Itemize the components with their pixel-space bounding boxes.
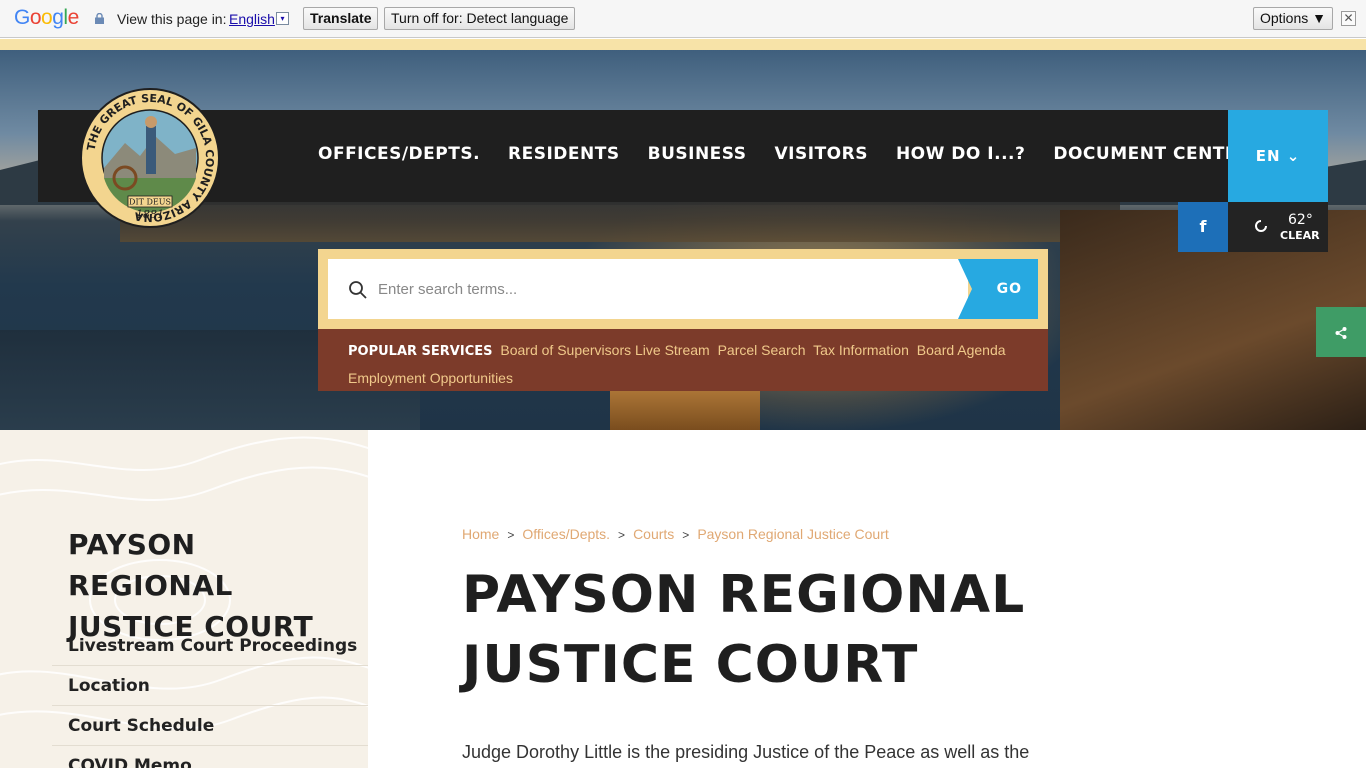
- county-seal-logo[interactable]: THE GREAT SEAL OF GILA COUNTY ARIZONA DI…: [80, 88, 220, 228]
- sidebar-item-livestream[interactable]: Livestream Court Proceedings: [52, 626, 368, 666]
- svg-text:DIT DEUS: DIT DEUS: [129, 198, 171, 207]
- weather-temperature: 62°: [1288, 212, 1313, 228]
- search-go-button[interactable]: GO: [958, 259, 1038, 319]
- language-select[interactable]: English: [229, 11, 275, 27]
- language-switch[interactable]: EN ⌄: [1228, 110, 1328, 202]
- popular-services-label: POPULAR SERVICES: [348, 344, 493, 359]
- close-icon[interactable]: ✕: [1341, 11, 1356, 26]
- language-dropdown-icon[interactable]: ▾: [276, 12, 289, 25]
- top-strip: [0, 39, 1366, 50]
- search-icon: [349, 281, 367, 299]
- nav-document-center[interactable]: DOCUMENT CENTER: [1053, 144, 1250, 164]
- sidebar: PAYSON REGIONAL JUSTICE COURT Livestream…: [0, 430, 368, 768]
- chevron-right-icon: >: [507, 528, 515, 542]
- facebook-icon[interactable]: f: [1178, 202, 1228, 252]
- turn-off-button[interactable]: Turn off for: Detect language: [384, 7, 576, 30]
- sidebar-item-location[interactable]: Location: [52, 666, 368, 706]
- search-input[interactable]: [378, 277, 938, 301]
- breadcrumb-courts[interactable]: Courts: [633, 526, 674, 542]
- breadcrumb-current[interactable]: Payson Regional Justice Court: [697, 526, 888, 542]
- popular-link-parcel-search[interactable]: Parcel Search: [718, 342, 806, 358]
- sidebar-item-covid-memo[interactable]: COVID Memo: [52, 746, 368, 768]
- breadcrumb: Home > Offices/Depts. > Courts > Payson Region…: [462, 526, 889, 542]
- weather-clear-icon: [1255, 220, 1267, 232]
- search-panel: GO: [318, 249, 1048, 329]
- view-page-label: View this page in:: [117, 11, 227, 27]
- lock-icon: [95, 13, 104, 24]
- sidebar-nav: Livestream Court Proceedings Location Co…: [52, 626, 368, 768]
- popular-link-employment[interactable]: Employment Opportunities: [348, 370, 513, 386]
- intro-paragraph: Judge Dorothy Little is the presiding Ju…: [462, 742, 1030, 762]
- main-nav: OFFICES/DEPTS. RESIDENTS BUSINESS VISITO…: [318, 144, 1279, 164]
- weather-widget[interactable]: 62° CLEAR: [1228, 202, 1328, 252]
- translate-button[interactable]: Translate: [303, 7, 379, 30]
- popular-services: POPULAR SERVICES Board of Supervisors Li…: [318, 329, 1048, 391]
- weather-condition: CLEAR: [1280, 229, 1320, 242]
- hero-marina: [120, 200, 1120, 242]
- google-logo: Google: [14, 6, 79, 29]
- popular-link-board-agenda[interactable]: Board Agenda: [917, 342, 1006, 358]
- page-title: PAYSON REGIONAL JUSTICE COURT: [462, 565, 1026, 695]
- nav-business[interactable]: BUSINESS: [648, 144, 747, 164]
- breadcrumb-home[interactable]: Home: [462, 526, 499, 542]
- svg-text:1881: 1881: [136, 208, 164, 221]
- options-button[interactable]: Options ▼: [1253, 7, 1333, 30]
- nav-residents[interactable]: RESIDENTS: [508, 144, 620, 164]
- nav-offices[interactable]: OFFICES/DEPTS.: [318, 144, 480, 164]
- translate-bar: Google View this page in: English ▾ Tran…: [0, 0, 1366, 38]
- nav-visitors[interactable]: VISITORS: [775, 144, 868, 164]
- search-box: [328, 259, 968, 319]
- popular-link-tax-information[interactable]: Tax Information: [813, 342, 909, 358]
- nav-how-do-i[interactable]: HOW DO I...?: [896, 144, 1025, 164]
- chevron-right-icon: >: [618, 528, 626, 542]
- chevron-right-icon: >: [682, 528, 690, 542]
- sidebar-item-court-schedule[interactable]: Court Schedule: [52, 706, 368, 746]
- share-icon[interactable]: [1316, 307, 1366, 357]
- breadcrumb-offices[interactable]: Offices/Depts.: [522, 526, 610, 542]
- popular-link-board-livestream[interactable]: Board of Supervisors Live Stream: [500, 342, 709, 358]
